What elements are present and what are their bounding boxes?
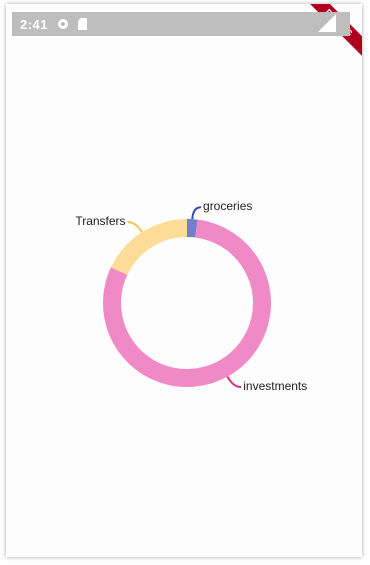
donut-chart (103, 206, 272, 389)
leader-line-transfers (127, 220, 143, 233)
slice-label-groceries: groceries (203, 199, 253, 214)
slice-label-transfers: Transfers (75, 213, 126, 228)
leader-line-groceries (191, 206, 202, 220)
leader-line-investments (226, 376, 242, 389)
slice-label-investments: investments (243, 379, 308, 394)
